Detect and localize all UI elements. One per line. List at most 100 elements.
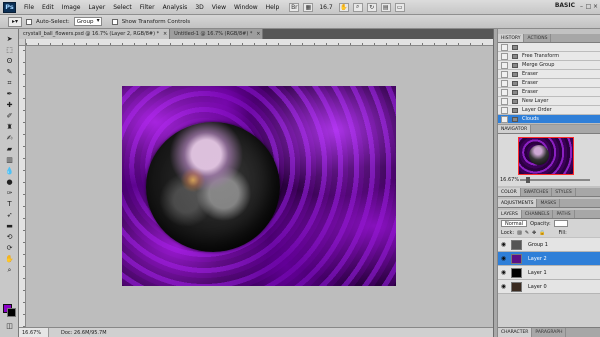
launch-bridge-icon[interactable]: Br <box>289 2 300 12</box>
snapshot-source-box[interactable] <box>501 89 508 96</box>
menu-window[interactable]: Window <box>230 4 262 11</box>
marquee-tool-icon[interactable]: ⬚ <box>4 46 15 55</box>
navigator-preview[interactable] <box>518 137 574 175</box>
tab-swatches[interactable]: SWATCHES <box>521 188 553 196</box>
zoom-tool-icon[interactable]: ⌕ <box>4 266 15 275</box>
tab-untitled-document[interactable]: Untitled-1 @ 16.7% (RGB/8#) * × <box>170 29 264 39</box>
auto-select-checkbox[interactable] <box>26 18 32 25</box>
menu-filter[interactable]: Filter <box>136 4 159 11</box>
minimize-icon[interactable]: – <box>578 2 585 10</box>
3d-camera-tool-icon[interactable]: ⟳ <box>4 244 15 253</box>
opacity-field[interactable] <box>553 220 568 227</box>
menu-layer[interactable]: Layer <box>84 4 109 11</box>
type-tool-icon[interactable]: T <box>4 200 15 209</box>
history-item[interactable]: Layer Order <box>498 106 600 115</box>
menu-file[interactable]: File <box>20 4 38 11</box>
auto-select-dropdown[interactable]: Group <box>73 17 102 26</box>
tab-paragraph[interactable]: PARAGRAPH <box>532 328 567 337</box>
image-canvas[interactable] <box>122 86 396 286</box>
snapshot-source-box[interactable] <box>501 71 508 78</box>
shape-tool-icon[interactable]: ▬ <box>4 222 15 231</box>
move-tool-icon[interactable]: ➤ <box>4 35 15 44</box>
tab-paths[interactable]: PATHS <box>553 210 575 218</box>
status-doc-size[interactable]: Doc: 26.6M/95.7M <box>49 330 107 336</box>
transform-controls-checkbox[interactable] <box>111 18 118 25</box>
history-item[interactable]: New Layer <box>498 97 600 106</box>
status-zoom[interactable]: 16.67% <box>19 327 49 337</box>
tab-channels[interactable]: CHANNELS <box>522 210 554 218</box>
quick-select-tool-icon[interactable]: ✎ <box>4 68 15 77</box>
crop-tool-icon[interactable]: ⌗ <box>4 79 15 88</box>
ruler-origin[interactable] <box>19 39 26 46</box>
zoom-icon[interactable]: ⌕ <box>352 2 363 12</box>
layer-row-layer-0[interactable]: ◉ Layer 0 <box>498 280 600 294</box>
visibility-eye-icon[interactable]: ◉ <box>500 283 507 290</box>
history-item[interactable]: Eraser <box>498 88 600 97</box>
snapshot-source-box[interactable] <box>501 44 508 51</box>
visibility-eye-icon[interactable]: ◉ <box>500 255 507 262</box>
close-tab-icon[interactable]: × <box>256 29 260 39</box>
menu-image[interactable]: Image <box>58 4 85 11</box>
3d-rotate-tool-icon[interactable]: ⟲ <box>4 233 15 242</box>
blend-mode-dropdown[interactable]: Normal <box>501 220 528 227</box>
tab-styles[interactable]: STYLES <box>552 188 576 196</box>
navigator-zoom-knob[interactable] <box>526 177 530 183</box>
menu-view[interactable]: View <box>208 4 230 11</box>
history-item[interactable]: Free Transform <box>498 52 600 61</box>
snapshot-source-box[interactable] <box>501 53 508 60</box>
workspace-switcher[interactable]: BASIC <box>555 2 575 9</box>
tab-actions[interactable]: ACTIONS <box>524 34 552 42</box>
maximize-icon[interactable]: □ <box>585 2 592 10</box>
tab-history[interactable]: HISTORY <box>498 34 525 42</box>
close-tab-icon[interactable]: × <box>163 29 167 39</box>
quick-mask-icon[interactable]: ◫ <box>4 322 15 331</box>
snapshot-source-box[interactable] <box>501 80 508 87</box>
layer-row-group-1[interactable]: ◉ Group 1 <box>498 238 600 252</box>
history-item[interactable]: Merge Group <box>498 61 600 70</box>
pen-tool-icon[interactable]: ✑ <box>4 189 15 198</box>
tab-navigator[interactable]: NAVIGATOR <box>498 125 532 133</box>
move-tool-preset-icon[interactable]: ▸▾ <box>8 16 22 27</box>
horizontal-ruler[interactable] <box>26 39 493 46</box>
snapshot-source-box[interactable] <box>501 62 508 69</box>
background-color-swatch[interactable] <box>7 308 16 317</box>
snapshot-source-box[interactable] <box>501 116 508 123</box>
navigator-zoom[interactable]: 16.67% <box>500 177 519 183</box>
hand-tool-icon[interactable]: ✋ <box>4 255 15 264</box>
gradient-tool-icon[interactable]: ▥ <box>4 156 15 165</box>
screen-mode-icon[interactable]: ▭ <box>394 2 405 12</box>
lock-all-icon[interactable]: 🔒 <box>539 230 545 236</box>
eyedropper-tool-icon[interactable]: ✒ <box>4 90 15 99</box>
dodge-tool-icon[interactable]: ● <box>4 178 15 187</box>
lock-transparency-icon[interactable]: ▨ <box>517 230 522 236</box>
history-item[interactable] <box>498 43 600 52</box>
lock-position-icon[interactable]: ✥ <box>532 230 536 236</box>
snapshot-source-box[interactable] <box>501 107 508 114</box>
tab-color[interactable]: COLOR <box>498 188 521 196</box>
clone-stamp-tool-icon[interactable]: ♜ <box>4 123 15 132</box>
layer-row-layer-2[interactable]: ◉ Layer 2 <box>498 252 600 266</box>
zoom-level[interactable]: 16.7 <box>317 4 334 11</box>
lasso-tool-icon[interactable]: ʘ <box>4 57 15 66</box>
history-item[interactable]: Eraser <box>498 79 600 88</box>
menu-help[interactable]: Help <box>262 4 284 11</box>
close-icon[interactable]: × <box>592 2 599 10</box>
tab-crystal-ball-document[interactable]: crystall_ball_flowers.psd @ 16.7% (Layer… <box>19 29 171 39</box>
menu-edit[interactable]: Edit <box>38 4 58 11</box>
brush-tool-icon[interactable]: ✐ <box>4 112 15 121</box>
visibility-eye-icon[interactable]: ◉ <box>500 241 507 248</box>
snapshot-source-box[interactable] <box>501 98 508 105</box>
history-item-selected[interactable]: Clouds <box>498 115 600 124</box>
lock-pixels-icon[interactable]: ✎ <box>525 230 529 236</box>
vertical-ruler[interactable] <box>19 46 26 327</box>
visibility-eye-icon[interactable]: ◉ <box>500 269 507 276</box>
rotate-view-icon[interactable]: ↻ <box>366 2 377 12</box>
tab-character[interactable]: CHARACTER <box>498 328 533 337</box>
menu-analysis[interactable]: Analysis <box>159 4 192 11</box>
navigator-zoom-slider[interactable] <box>520 179 590 181</box>
blur-tool-icon[interactable]: 💧 <box>4 167 15 176</box>
hand-icon[interactable]: ✋ <box>338 2 349 12</box>
eraser-tool-icon[interactable]: ▰ <box>4 145 15 154</box>
arrange-icon[interactable]: ▤ <box>380 2 391 12</box>
tab-adjustments[interactable]: ADJUSTMENTS <box>498 199 538 207</box>
